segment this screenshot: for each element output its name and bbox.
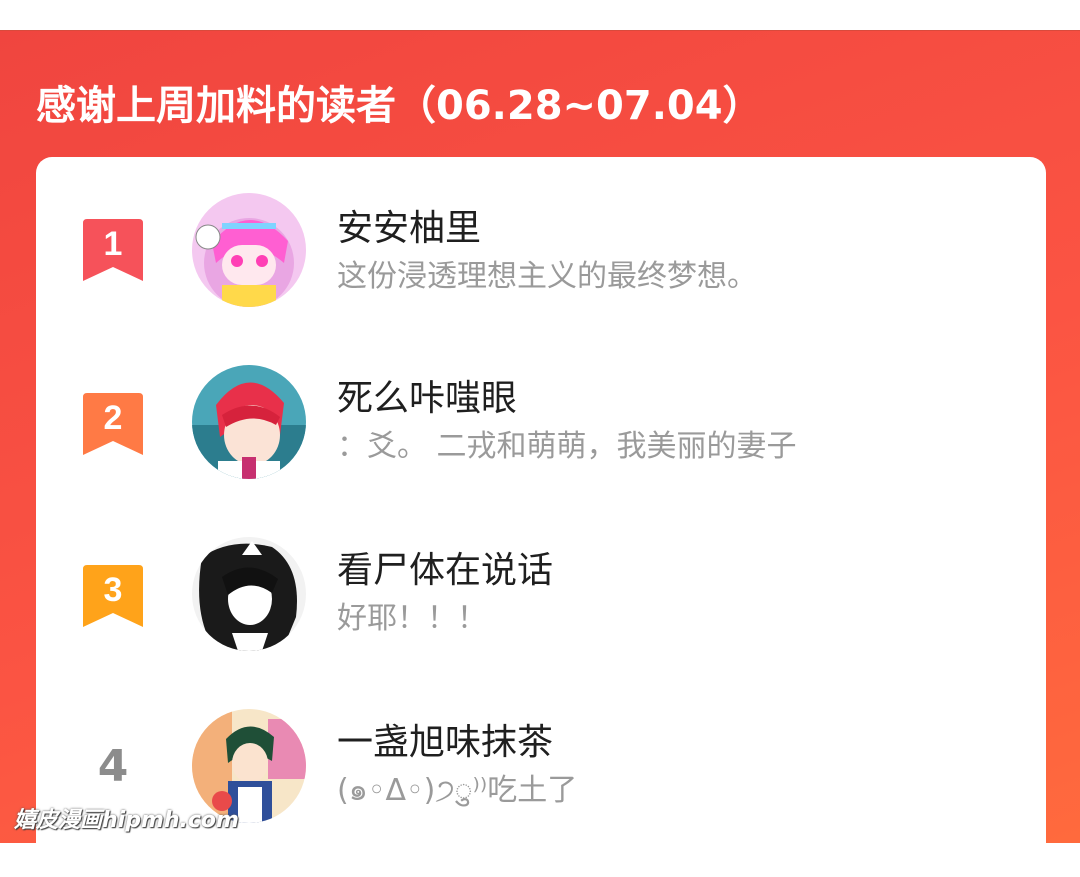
avatar-reader-1[interactable] [192, 193, 306, 307]
reader-row-2[interactable]: 2 死么咔嗤眼 ：爻。 二戎和萌萌，我美丽的妻子 [36, 365, 1046, 495]
reader-message: (๑◦ᐃ◦)੭ु⁾⁾吃土了 [337, 773, 578, 808]
rank-2-ribbon-icon: 2 [83, 393, 143, 457]
weekly-thanks-panel: 感谢上周加料的读者（06.28~07.04） 1 安安柚里 这份浸透理想主义的最… [0, 31, 1080, 877]
rank-2-number: 2 [104, 399, 123, 437]
reader-row-3[interactable]: 3 看尸体在说话 好耶！！！ [36, 537, 1046, 667]
rank-1-ribbon-icon: 1 [83, 219, 143, 283]
reader-name: 安安柚里 [337, 208, 482, 249]
rank-3-ribbon-icon: 3 [83, 565, 143, 629]
reader-message: 这份浸透理想主义的最终梦想。 [337, 259, 757, 294]
reader-message: ：爻。 二戎和萌萌，我美丽的妻子 [337, 429, 797, 464]
watermark: 嬉皮漫画hipmh.com [14, 808, 239, 833]
reader-name: 一盏旭味抹茶 [337, 722, 554, 763]
rank-3-number: 3 [104, 571, 123, 609]
avatar-reader-3[interactable] [192, 537, 306, 651]
rank-4-number: 4 [97, 741, 129, 792]
reader-name: 看尸体在说话 [337, 550, 554, 591]
reader-row-1[interactable]: 1 安安柚里 这份浸透理想主义的最终梦想。 [36, 193, 1046, 323]
reader-message: 好耶！！！ [337, 601, 487, 636]
top-strip [0, 0, 1080, 31]
rank-1-number: 1 [104, 225, 123, 263]
reader-list-card: 1 安安柚里 这份浸透理想主义的最终梦想。 2 死么咔嗤眼 ：爻。 二戎和萌萌，… [36, 157, 1046, 877]
panel-title: 感谢上周加料的读者（06.28~07.04） [36, 83, 763, 129]
avatar-reader-2[interactable] [192, 365, 306, 479]
reader-name: 死么咔嗤眼 [337, 378, 518, 419]
